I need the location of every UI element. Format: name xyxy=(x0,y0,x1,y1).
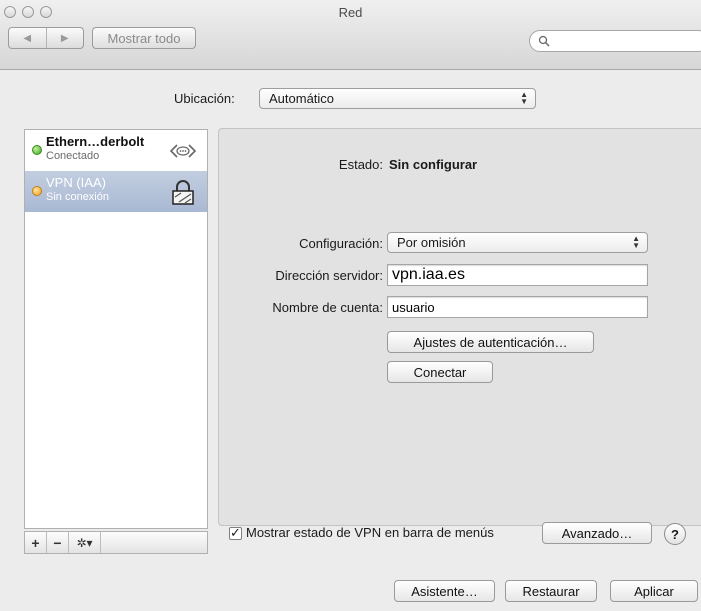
back-button[interactable]: ◀ xyxy=(9,28,46,48)
status-value: Sin configurar xyxy=(389,157,478,172)
ethernet-icon xyxy=(169,144,197,158)
back-forward-control: ◀ ▶ xyxy=(8,27,84,49)
restore-button[interactable]: Restaurar xyxy=(505,580,597,602)
service-list-toolbar: + − ✲▾ xyxy=(24,531,208,554)
help-button[interactable]: ? xyxy=(664,523,686,545)
service-item-ethernet[interactable]: Ethern…derbolt Conectado xyxy=(25,130,207,171)
apply-button[interactable]: Aplicar xyxy=(610,580,698,602)
service-status: Sin conexión xyxy=(46,191,109,203)
advanced-button[interactable]: Avanzado… xyxy=(542,522,652,544)
connect-button[interactable]: Conectar xyxy=(387,361,493,383)
add-service-button[interactable]: + xyxy=(25,532,47,553)
forward-button[interactable]: ▶ xyxy=(45,28,84,48)
show-all-button[interactable]: Mostrar todo xyxy=(92,27,196,49)
forward-arrow-icon: ▶ xyxy=(60,32,69,44)
status-dot-disconnected xyxy=(32,186,42,196)
configuration-popup[interactable]: Por omisión ▲ ▼ xyxy=(387,232,648,253)
back-arrow-icon: ◀ xyxy=(23,32,32,44)
search-input[interactable] xyxy=(550,34,690,48)
configuration-value: Por omisión xyxy=(397,235,466,250)
updown-arrows-icon: ▲ ▼ xyxy=(520,90,528,106)
show-vpn-status-label: Mostrar estado de VPN en barra de menús xyxy=(246,525,494,540)
window-title: Red xyxy=(338,5,363,20)
status-dot-connected xyxy=(32,145,42,155)
show-vpn-status-checkbox[interactable]: ✓ xyxy=(229,525,242,540)
window-titlebar: Red ◀ ▶ Mostrar todo xyxy=(0,0,701,70)
remove-service-button[interactable]: − xyxy=(47,532,69,553)
location-popup[interactable]: Automático ▲ ▼ xyxy=(259,88,536,109)
updown-arrows-icon: ▲ ▼ xyxy=(632,234,640,250)
service-item-vpn[interactable]: VPN (IAA) Sin conexión xyxy=(25,171,207,212)
server-address-label: Dirección servidor: xyxy=(275,268,383,283)
status-label: Estado: xyxy=(338,157,383,172)
account-name-field[interactable] xyxy=(387,296,648,318)
location-value: Automático xyxy=(269,91,335,106)
search-icon xyxy=(538,35,550,47)
gear-icon[interactable]: ✲▾ xyxy=(69,532,101,553)
server-address-field[interactable] xyxy=(387,264,648,286)
authentication-settings-button[interactable]: Ajustes de autenticación… xyxy=(387,331,594,353)
service-list: Ethern…derbolt Conectado VPN (IAA) Sin c… xyxy=(24,129,208,529)
service-name: Ethern…derbolt xyxy=(46,134,145,149)
account-name-label: Nombre de cuenta: xyxy=(272,300,383,315)
vpn-detail-panel xyxy=(218,128,701,526)
assistant-button[interactable]: Asistente… xyxy=(394,580,495,602)
service-name: VPN (IAA) xyxy=(46,175,106,190)
search-field[interactable] xyxy=(529,30,701,52)
checkmark-icon: ✓ xyxy=(230,525,241,540)
location-label: Ubicación: xyxy=(174,91,235,106)
configuration-label: Configuración: xyxy=(299,236,383,251)
lock-icon xyxy=(172,180,194,205)
service-status: Conectado xyxy=(46,150,100,162)
